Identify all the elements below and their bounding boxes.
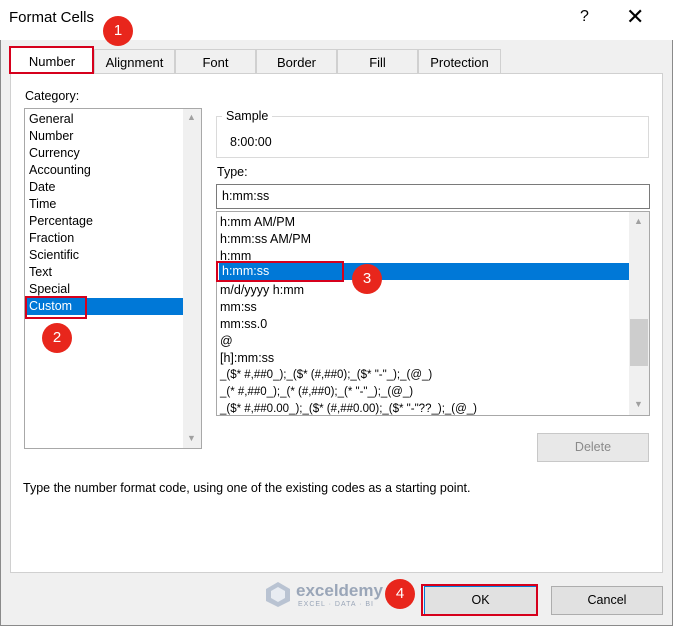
format-item[interactable]: mm:ss.0 <box>220 316 267 333</box>
format-item[interactable]: mm:ss <box>220 299 257 316</box>
chevron-down-icon[interactable]: ▼ <box>630 399 647 409</box>
category-item-currency[interactable]: Currency <box>29 145 80 162</box>
tab-border[interactable]: Border <box>256 49 337 73</box>
step-badge-4: 4 <box>385 579 415 609</box>
step-badge-2: 2 <box>42 323 72 353</box>
format-item[interactable]: _($* #,##0.00_);_($* (#,##0.00);_($* "-"… <box>220 401 477 415</box>
tab-font-label: Font <box>202 55 229 70</box>
format-item[interactable]: h:mm AM/PM <box>220 214 295 231</box>
category-item-number[interactable]: Number <box>29 128 73 145</box>
category-item-percentage[interactable]: Percentage <box>29 213 93 230</box>
category-label: Category: <box>25 89 80 103</box>
highlight-custom-category <box>25 296 87 319</box>
tab-alignment-label: Alignment <box>105 55 164 70</box>
format-item[interactable]: _($* #,##0_);_($* (#,##0);_($* "-"_);_(@… <box>220 367 432 384</box>
format-scrollbar-thumb[interactable] <box>630 319 648 366</box>
tab-border-label: Border <box>276 55 317 70</box>
tab-protection[interactable]: Protection <box>418 49 501 73</box>
category-item-accounting[interactable]: Accounting <box>29 162 91 179</box>
sample-label: Sample <box>222 109 273 123</box>
format-list[interactable]: h:mm AM/PM h:mm:ss AM/PM h:mm h:mm:ss m/… <box>216 211 650 416</box>
tab-fill-label: Fill <box>369 55 386 70</box>
type-input[interactable]: h:mm:ss <box>216 184 650 209</box>
category-item-general[interactable]: General <box>29 111 73 128</box>
title-bar: Format Cells ? ✕ <box>0 0 673 40</box>
category-item-time[interactable]: Time <box>29 196 56 213</box>
tab-protection-label: Protection <box>430 55 489 70</box>
type-label: Type: <box>217 165 248 179</box>
category-item-text[interactable]: Text <box>29 264 52 281</box>
chevron-up-icon[interactable]: ▲ <box>183 112 200 122</box>
exceldemy-logo-icon <box>266 582 290 607</box>
watermark-tagline: EXCEL · DATA · BI <box>298 601 374 608</box>
format-item[interactable]: m/d/yyyy h:mm <box>220 282 304 299</box>
delete-button[interactable]: Delete <box>537 433 649 462</box>
step-badge-1: 1 <box>103 16 133 46</box>
format-scrollbar[interactable]: ▲ ▼ <box>629 212 649 415</box>
category-scrollbar[interactable]: ▲ ▼ <box>183 109 201 448</box>
chevron-down-icon[interactable]: ▼ <box>183 433 200 443</box>
format-item[interactable]: h:mm:ss AM/PM <box>220 231 311 248</box>
watermark-name: exceldemy <box>296 581 383 600</box>
category-item-date[interactable]: Date <box>29 179 55 196</box>
sample-value: 8:00:00 <box>230 135 272 149</box>
format-item[interactable]: _(* #,##0_);_(* (#,##0);_(* "-"_);_(@_) <box>220 384 413 401</box>
chevron-up-icon[interactable]: ▲ <box>630 216 647 226</box>
tab-font[interactable]: Font <box>175 49 256 73</box>
tab-fill[interactable]: Fill <box>337 49 418 73</box>
highlight-number-tab <box>9 46 94 74</box>
help-button[interactable]: ? <box>580 8 589 26</box>
highlight-format-item <box>216 261 344 282</box>
tab-alignment[interactable]: Alignment <box>94 49 175 73</box>
highlight-ok-button <box>421 584 538 616</box>
sample-box <box>216 116 649 158</box>
step-badge-3: 3 <box>352 264 382 294</box>
format-item[interactable]: @ <box>220 333 233 350</box>
cancel-button[interactable]: Cancel <box>551 586 663 615</box>
close-button[interactable]: ✕ <box>626 4 644 30</box>
dialog-title: Format Cells <box>9 9 95 26</box>
category-item-fraction[interactable]: Fraction <box>29 230 74 247</box>
hint-text: Type the number format code, using one o… <box>23 481 471 495</box>
format-item[interactable]: [h]:mm:ss <box>220 350 274 367</box>
category-list[interactable]: General Number Currency Accounting Date … <box>24 108 202 449</box>
category-item-scientific[interactable]: Scientific <box>29 247 79 264</box>
